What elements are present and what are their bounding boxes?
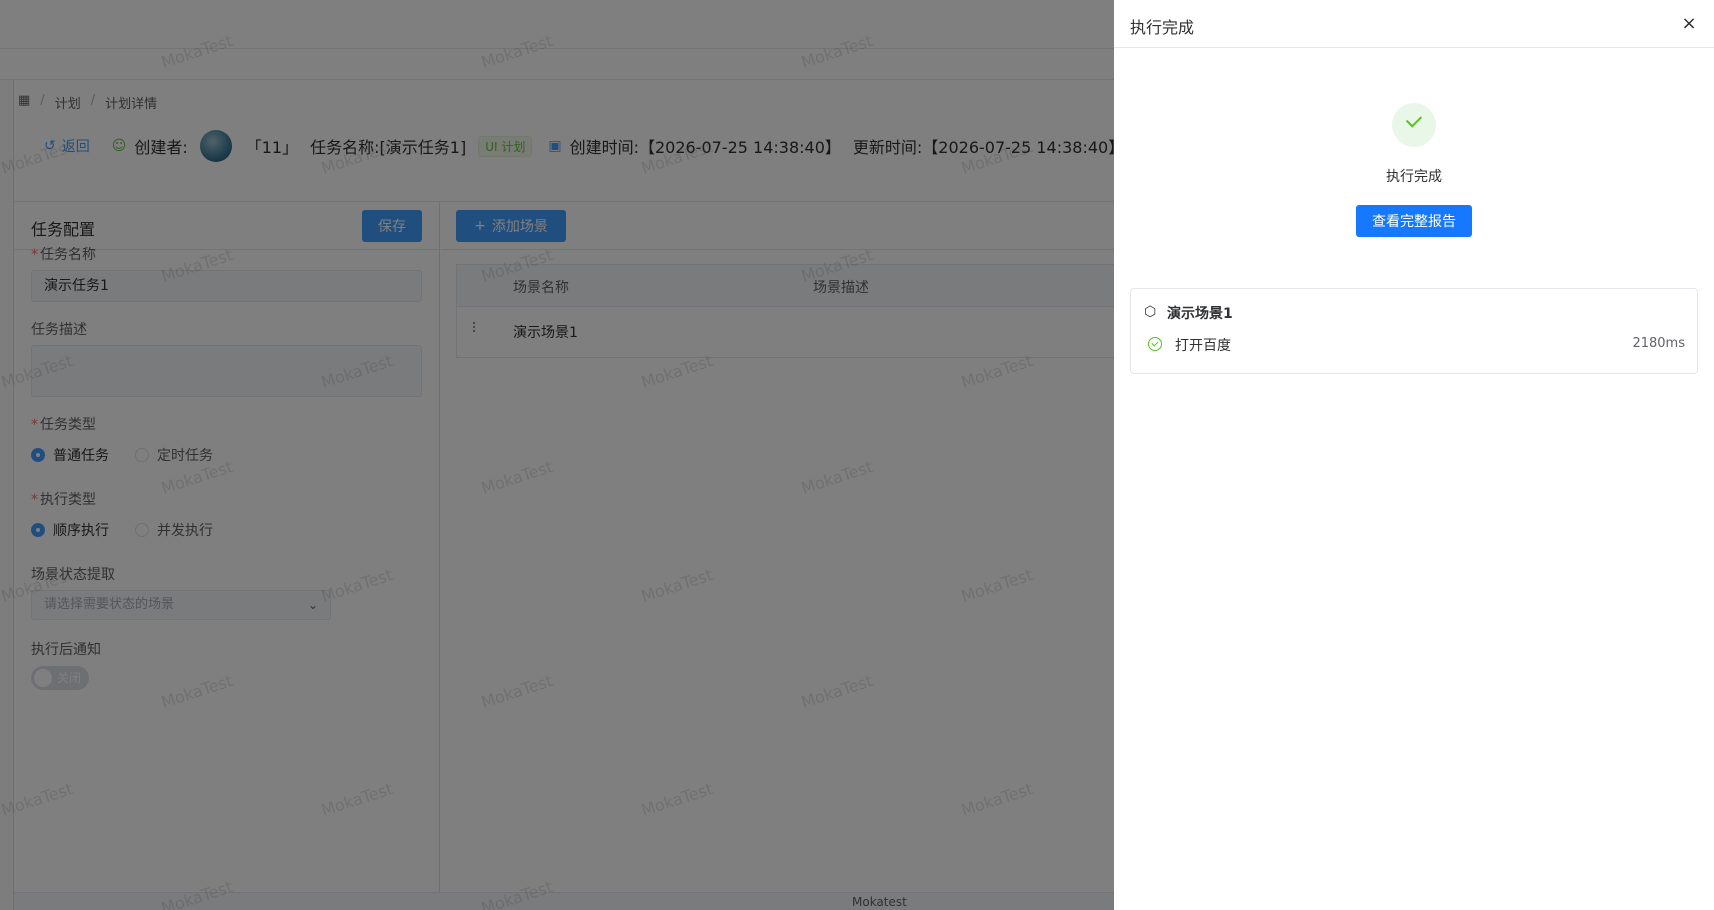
step-duration: 2180ms xyxy=(1632,336,1685,351)
view-full-report-button[interactable]: 查看完整报告 xyxy=(1356,205,1472,237)
step-name: 打开百度 xyxy=(1175,338,1231,354)
drawer-header: 执行完成 × xyxy=(1114,0,1714,48)
drawer-title: 执行完成 xyxy=(1130,18,1195,37)
scene-result-card: ⬡ 演示场景1 打开百度 2180ms xyxy=(1130,288,1698,374)
cube-icon: ⬡ xyxy=(1144,304,1157,320)
result-status-text: 执行完成 xyxy=(1386,169,1442,185)
execution-result-drawer: 执行完成 × 执行完成 查看完整报告 ⬡ 演示场景1 打开百度 2180ms xyxy=(1114,0,1714,910)
scene-result-title: 演示场景1 xyxy=(1167,306,1233,322)
check-circle-icon xyxy=(1148,337,1162,351)
success-check-icon xyxy=(1392,103,1436,147)
close-icon[interactable]: × xyxy=(1678,13,1700,35)
step-result-row: 打开百度 2180ms xyxy=(1131,335,1697,359)
